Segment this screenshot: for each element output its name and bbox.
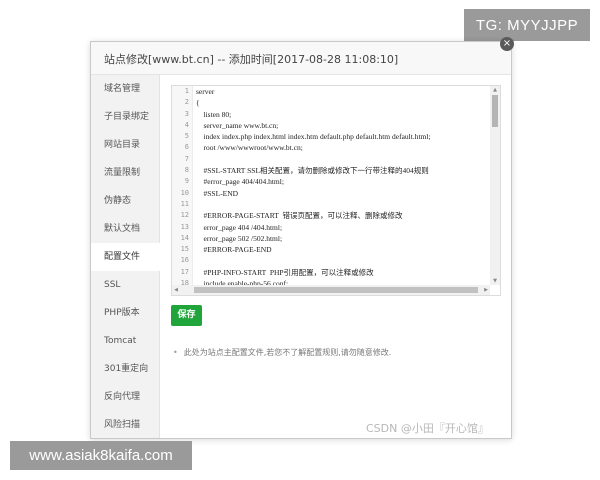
sidebar-item[interactable]: 域名管理 <box>91 75 159 103</box>
sidebar-item[interactable]: 伪静态 <box>91 187 159 215</box>
dialog-header: 站点修改[www.bt.cn] -- 添加时间[2017-08-28 11:08… <box>91 42 511 75</box>
code-line[interactable]: error_page 502 /502.html; <box>196 233 488 244</box>
code-line[interactable] <box>196 255 488 266</box>
scroll-left-arrow-icon[interactable]: ◀ <box>172 285 180 295</box>
code-line[interactable]: root /www/wwwroot/www.bt.cn; <box>196 142 488 153</box>
code-content[interactable]: server{ listen 80; server_name www.bt.cn… <box>196 86 488 285</box>
line-number: 13 <box>180 222 189 231</box>
line-number: 9 <box>184 177 189 186</box>
line-number: 8 <box>184 166 189 175</box>
line-number: 3 <box>184 109 189 118</box>
line-number: 16 <box>180 256 189 265</box>
sidebar-item[interactable]: 默认文档 <box>91 215 159 243</box>
code-line[interactable]: #PHP-INFO-START PHP引用配置，可以注释或修改 <box>196 267 488 278</box>
code-line[interactable]: { <box>196 97 488 108</box>
vertical-scroll-thumb[interactable] <box>492 95 498 127</box>
code-line[interactable]: #error_page 404/404.html; <box>196 176 488 187</box>
sidebar-item[interactable]: Tomcat <box>91 327 159 355</box>
sidebar-item[interactable]: 网站目录 <box>91 131 159 159</box>
line-number-gutter: 1 2 3 4 5 6 7 8 9 10 11 12 13 14 15 16 17 18 <box>172 86 193 287</box>
vertical-scrollbar[interactable]: ▲ ▼ <box>490 86 500 285</box>
sidebar-item[interactable]: SSL <box>91 271 159 299</box>
code-line[interactable] <box>196 154 488 165</box>
config-code-editor[interactable]: 1 2 3 4 5 6 7 8 9 10 11 12 13 14 15 16 17 18 server{ list… <box>171 85 501 296</box>
code-line[interactable]: #SSL-START SSL相关配置，请勿删除或修改下一行带注释的404规则 <box>196 165 488 176</box>
site-watermark: www.asiak8kaifa.com <box>10 441 192 470</box>
code-line[interactable]: listen 80; <box>196 109 488 120</box>
horizontal-scroll-thumb[interactable] <box>194 287 478 293</box>
sidebar-item[interactable]: 配置文件 <box>91 243 160 271</box>
sidebar-item[interactable]: 子目录绑定 <box>91 103 159 131</box>
csdn-watermark: CSDN @小田『开心馆』 <box>366 422 489 435</box>
code-line[interactable]: include enable-php-56.conf; <box>196 278 488 285</box>
sidebar-item[interactable]: 反向代理 <box>91 383 159 411</box>
code-line[interactable]: #ERROR-PAGE-START 错误页配置，可以注释、删除或修改 <box>196 210 488 221</box>
save-button[interactable]: 保存 <box>171 305 202 326</box>
line-number: 5 <box>184 132 189 141</box>
sidebar-item[interactable]: PHP版本 <box>91 299 159 327</box>
sidebar-item[interactable]: 风险扫描 <box>91 411 159 439</box>
code-line[interactable]: server <box>196 86 488 97</box>
scroll-up-arrow-icon[interactable]: ▲ <box>490 86 500 94</box>
line-number: 10 <box>180 188 189 197</box>
sidebar-item[interactable]: 301重定向 <box>91 355 159 383</box>
line-number: 11 <box>180 199 189 208</box>
tg-watermark: TG: MYYJJPP <box>464 9 590 41</box>
code-line[interactable]: error_page 404 /404.html; <box>196 222 488 233</box>
bullet-icon: • <box>173 348 178 357</box>
line-number: 12 <box>180 211 189 220</box>
line-number: 15 <box>180 245 189 254</box>
line-number: 17 <box>180 267 189 276</box>
config-note-text: 此处为站点主配置文件,若您不了解配置规则,请勿随意修改. <box>183 348 392 357</box>
sidebar-item[interactable]: 流量限制 <box>91 159 159 187</box>
line-number: 4 <box>184 120 189 129</box>
config-note: • 此处为站点主配置文件,若您不了解配置规则,请勿随意修改. <box>173 347 391 358</box>
line-number: 6 <box>184 143 189 152</box>
code-line[interactable]: #SSL-END <box>196 188 488 199</box>
line-number: 1 <box>184 87 189 95</box>
close-icon[interactable]: × <box>500 37 514 51</box>
dialog-title: 站点修改[www.bt.cn] -- 添加时间[2017-08-28 11:08… <box>104 53 399 66</box>
horizontal-scrollbar[interactable]: ◀ ▶ <box>172 285 490 295</box>
scroll-right-arrow-icon[interactable]: ▶ <box>482 285 490 295</box>
scroll-down-arrow-icon[interactable]: ▼ <box>490 277 500 285</box>
settings-sidebar: 域名管理 子目录绑定 网站目录 流量限制 伪静态 默认文档 配置文件 SSL PHP版本 Tomc… <box>91 75 160 438</box>
code-line[interactable]: server_name www.bt.cn; <box>196 120 488 131</box>
code-line[interactable]: index index.php index.html index.htm def… <box>196 131 488 142</box>
code-line[interactable]: #ERROR-PAGE-END <box>196 244 488 255</box>
line-number: 14 <box>180 233 189 242</box>
line-number: 7 <box>184 154 189 163</box>
code-line[interactable] <box>196 199 488 210</box>
line-number: 2 <box>184 98 189 107</box>
site-settings-dialog: 站点修改[www.bt.cn] -- 添加时间[2017-08-28 11:08… <box>90 41 512 439</box>
